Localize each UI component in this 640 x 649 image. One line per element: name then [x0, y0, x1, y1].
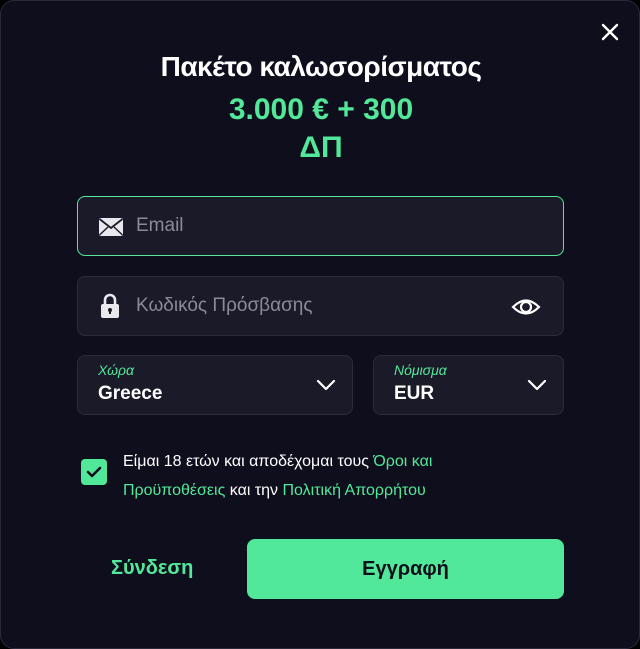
terms-text-before: Είμαι 18 ετών και αποδέχομαι τους	[123, 453, 374, 470]
terms-text: Είμαι 18 ετών και αποδέχομαι τους Όροι κ…	[123, 447, 483, 505]
password-input[interactable]	[136, 277, 516, 335]
chevron-down-icon	[527, 379, 547, 391]
offer-unit: ΔΠ	[299, 131, 343, 164]
chevron-down-icon	[316, 379, 336, 391]
country-value: Greece	[98, 383, 163, 404]
lock-icon	[101, 293, 119, 318]
email-field[interactable]	[77, 196, 564, 256]
country-select[interactable]: Χώρα Greece	[77, 355, 353, 415]
currency-value: EUR	[394, 383, 435, 404]
modal-title: Πακέτο καλωσορίσματος	[160, 51, 482, 82]
checkmark-icon	[86, 466, 102, 478]
close-button[interactable]	[597, 19, 623, 45]
privacy-policy-link[interactable]: Πολιτική Απορρήτου	[283, 482, 426, 499]
password-field[interactable]	[77, 276, 564, 336]
welcome-offer: 3.000 € + 300 ΔΠ	[1, 91, 640, 167]
eye-icon[interactable]	[511, 293, 541, 321]
country-label: Χώρα	[98, 362, 134, 378]
terms-text-middle: και την	[225, 482, 283, 499]
currency-select[interactable]: Νόμισμα EUR	[373, 355, 564, 415]
register-button[interactable]: Εγγραφή	[247, 539, 564, 599]
currency-label: Νόμισμα	[394, 362, 447, 378]
registration-modal: Πακέτο καλωσορίσματος 3.000 € + 300 ΔΠ Χ…	[0, 0, 640, 649]
login-button[interactable]: Σύνδεση	[111, 557, 193, 580]
email-input[interactable]	[136, 197, 516, 255]
offer-amount: 3.000 € + 300	[228, 93, 414, 126]
close-icon	[601, 23, 619, 41]
terms-checkbox[interactable]	[81, 459, 107, 485]
envelope-icon	[98, 218, 124, 236]
